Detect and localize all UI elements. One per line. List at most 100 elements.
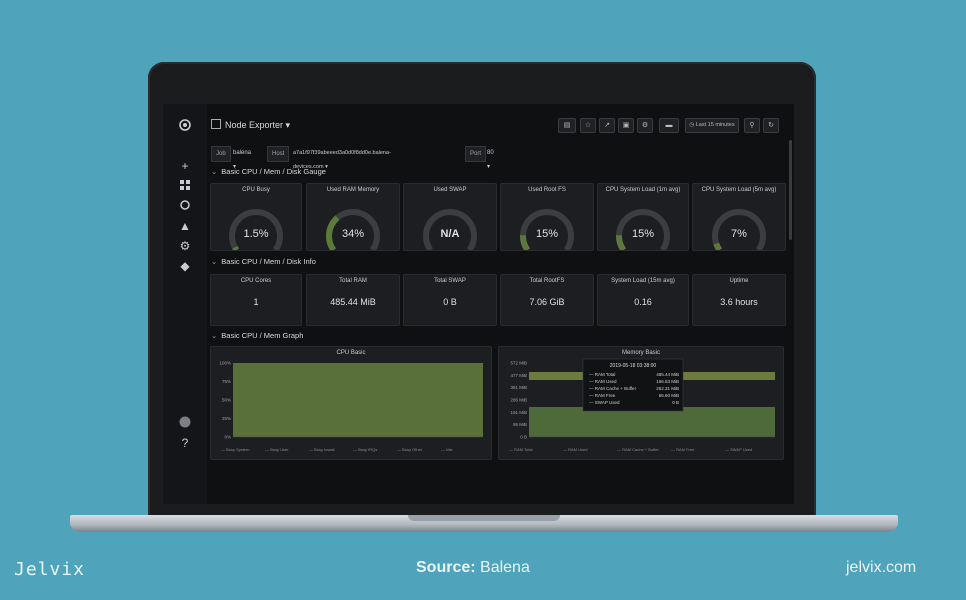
gauge-value: 15% bbox=[631, 228, 655, 240]
gauge-panel-cpu-busy[interactable]: CPU Busy 1.5% bbox=[210, 183, 302, 251]
settings-gear-icon[interactable]: ⚙ bbox=[637, 118, 653, 133]
chevron-down-icon: ⌄ bbox=[211, 257, 218, 266]
memory-basic-graph-panel[interactable]: Memory Basic 572 MiB 477 MiB 381 MiB 286 Mi… bbox=[498, 346, 784, 460]
panel-title: Total RootFS bbox=[529, 278, 565, 284]
gear-icon[interactable]: ⚙ bbox=[178, 239, 192, 253]
cpu-basic-graph-panel[interactable]: CPU Basic 100% 75% 50% 25% 0% — Busy System —… bbox=[210, 346, 492, 460]
section-title: Basic CPU / Mem / Disk Gauge bbox=[221, 167, 326, 176]
section-title: Basic CPU / Mem / Disk Info bbox=[221, 257, 316, 266]
cpu-idle-area bbox=[233, 363, 483, 437]
panel-title: Total RAM bbox=[339, 278, 367, 284]
time-range-label: Last 15 minutes bbox=[695, 122, 735, 128]
y-tick-label: 100% bbox=[219, 361, 231, 366]
gauge-panel-cpu-load-1m[interactable]: CPU System Load (1m avg) 15% bbox=[597, 183, 689, 251]
source-prefix: Source: bbox=[416, 559, 476, 576]
cpu-graph-svg: 100% 75% 50% 25% 0% — Busy System — Busy User… bbox=[219, 361, 483, 452]
var-select-job[interactable]: balena ▾ bbox=[233, 146, 252, 170]
graph-add-panel-icon[interactable]: ▤ bbox=[558, 118, 576, 133]
var-label-host: Host bbox=[267, 146, 290, 162]
gauge-arc bbox=[520, 209, 574, 250]
tooltip-row-label: — SWAP Used bbox=[589, 400, 620, 405]
star-icon[interactable]: ☆ bbox=[580, 118, 596, 133]
legend-item: — Busy System bbox=[221, 447, 250, 452]
var-label-port: Port bbox=[465, 146, 487, 162]
legend-item: — Busy Other bbox=[397, 447, 423, 452]
stat-panel-total-swap[interactable]: Total SWAP 0 B bbox=[403, 274, 497, 326]
tooltip-row-value: 0 B bbox=[672, 400, 679, 405]
scrollbar[interactable] bbox=[789, 140, 792, 240]
tooltip-row-value: 485.44 MiB bbox=[656, 372, 679, 377]
grafana-screen: + ▲ ⚙ ◆ ? Node Exporter ▾ ▤ ☆ ↗ ▣ ⚙ ▬ ◷ … bbox=[163, 104, 794, 504]
dashboards-icon[interactable] bbox=[178, 179, 192, 193]
stat-panel-system-load-15m[interactable]: System Load (15m avg) 0.16 bbox=[597, 274, 689, 326]
chevron-down-icon: ⌄ bbox=[211, 167, 218, 176]
y-tick-labels: 100% 75% 50% 25% 0% bbox=[219, 361, 231, 440]
gauge-panel-used-root-fs[interactable]: Used Root FS 15% bbox=[500, 183, 594, 251]
zoom-out-icon[interactable]: ⚲ bbox=[744, 118, 760, 133]
dashboard-picker[interactable]: Node Exporter ▾ bbox=[211, 119, 290, 131]
y-tick-label: 572 MiB bbox=[510, 361, 527, 366]
gauge-arc bbox=[616, 209, 670, 250]
section-header-graph[interactable]: ⌄ Basic CPU / Mem Graph bbox=[211, 331, 303, 340]
y-tick-label: 25% bbox=[222, 416, 231, 421]
y-tick-label: 95 MiB bbox=[513, 422, 527, 427]
tv-mode-icon[interactable]: ▬ bbox=[659, 118, 679, 133]
y-tick-labels: 572 MiB 477 MiB 381 MiB 286 MiB 191 MiB 95 Mi… bbox=[510, 361, 527, 440]
gauge-value: 34% bbox=[341, 228, 365, 240]
gauge-panel-cpu-load-5m[interactable]: CPU System Load (5m avg) 7% bbox=[692, 183, 786, 251]
grafana-logo-icon[interactable] bbox=[178, 118, 192, 132]
legend-item: — Busy Iowait bbox=[309, 447, 335, 452]
gauge-panel-used-ram[interactable]: Used RAM Memory 34% bbox=[306, 183, 400, 251]
tooltip-row-value: 166.53 MiB bbox=[656, 379, 679, 384]
jelvix-url: jelvix.com bbox=[846, 559, 917, 576]
legend-item: — RAM Cache + Buffer bbox=[617, 447, 660, 452]
tooltip-row-value: 252.31 MiB bbox=[656, 386, 679, 391]
stat-value: 485.44 MiB bbox=[330, 297, 376, 307]
tooltip-row-label: — RAM Total bbox=[589, 372, 615, 377]
tooltip-row-label: — RAM Used bbox=[589, 379, 617, 384]
y-tick-label: 477 MiB bbox=[510, 373, 527, 378]
var-select-port[interactable]: 80 ▾ bbox=[487, 146, 494, 170]
share-icon[interactable]: ↗ bbox=[599, 118, 615, 133]
gauge-arc bbox=[423, 209, 477, 250]
save-icon[interactable]: ▣ bbox=[618, 118, 634, 133]
plus-icon[interactable]: + bbox=[178, 159, 192, 173]
panel-title: Uptime bbox=[729, 278, 749, 284]
section-header-gauge[interactable]: ⌄ Basic CPU / Mem / Disk Gauge bbox=[211, 167, 326, 176]
gauge-value: 1.5% bbox=[243, 228, 269, 240]
var-select-host[interactable]: a7a1f97f39abeeed3a0d0f8dd0e.balena-devic… bbox=[293, 146, 391, 170]
gauge-value: 15% bbox=[535, 228, 559, 240]
top-bar: Node Exporter ▾ ▤ ☆ ↗ ▣ ⚙ ▬ ◷ Last 15 mi… bbox=[207, 114, 794, 138]
stat-panel-total-ram[interactable]: Total RAM 485.44 MiB bbox=[306, 274, 400, 326]
alert-bell-icon[interactable]: ▲ bbox=[178, 219, 192, 233]
legend-item: — Busy IRQs bbox=[353, 447, 377, 452]
gauge-value: 7% bbox=[731, 228, 747, 240]
section-header-info[interactable]: ⌄ Basic CPU / Mem / Disk Info bbox=[211, 257, 316, 266]
refresh-icon[interactable]: ↻ bbox=[763, 118, 779, 133]
y-tick-label: 75% bbox=[222, 379, 231, 384]
y-tick-label: 381 MiB bbox=[510, 385, 527, 390]
var-value-job: balena bbox=[233, 150, 252, 156]
shield-icon[interactable]: ◆ bbox=[178, 259, 192, 273]
legend-item: — RAM Total bbox=[509, 447, 533, 452]
stat-panel-uptime[interactable]: Uptime 3.6 hours bbox=[692, 274, 786, 326]
stat-value: 1 bbox=[253, 297, 259, 307]
explore-icon[interactable] bbox=[178, 199, 192, 213]
gauge-panel-used-swap[interactable]: Used SWAP N/A bbox=[403, 183, 497, 251]
help-icon[interactable]: ? bbox=[178, 436, 192, 450]
y-tick-label: 191 MiB bbox=[510, 410, 527, 415]
avatar[interactable] bbox=[178, 416, 192, 430]
jelvix-logo: Jelvix bbox=[14, 559, 86, 580]
ram-used-area bbox=[529, 407, 775, 437]
stat-panel-cpu-cores[interactable]: CPU Cores 1 bbox=[210, 274, 302, 326]
tooltip-row-value: 66.60 MiB bbox=[659, 393, 679, 398]
stat-value: 0.16 bbox=[634, 297, 652, 307]
dashboard-grid-icon bbox=[211, 119, 221, 129]
gauge-fill bbox=[232, 245, 240, 250]
panel-title: System Load (15m avg) bbox=[611, 278, 675, 284]
memory-graph-svg: 572 MiB 477 MiB 381 MiB 286 MiB 191 MiB 95 Mi… bbox=[509, 358, 775, 452]
y-tick-label: 50% bbox=[222, 398, 231, 403]
time-range-picker[interactable]: ◷ Last 15 minutes bbox=[685, 118, 739, 133]
stat-panel-total-rootfs[interactable]: Total RootFS 7.06 GiB bbox=[500, 274, 594, 326]
gauge-value: N/A bbox=[440, 228, 460, 240]
